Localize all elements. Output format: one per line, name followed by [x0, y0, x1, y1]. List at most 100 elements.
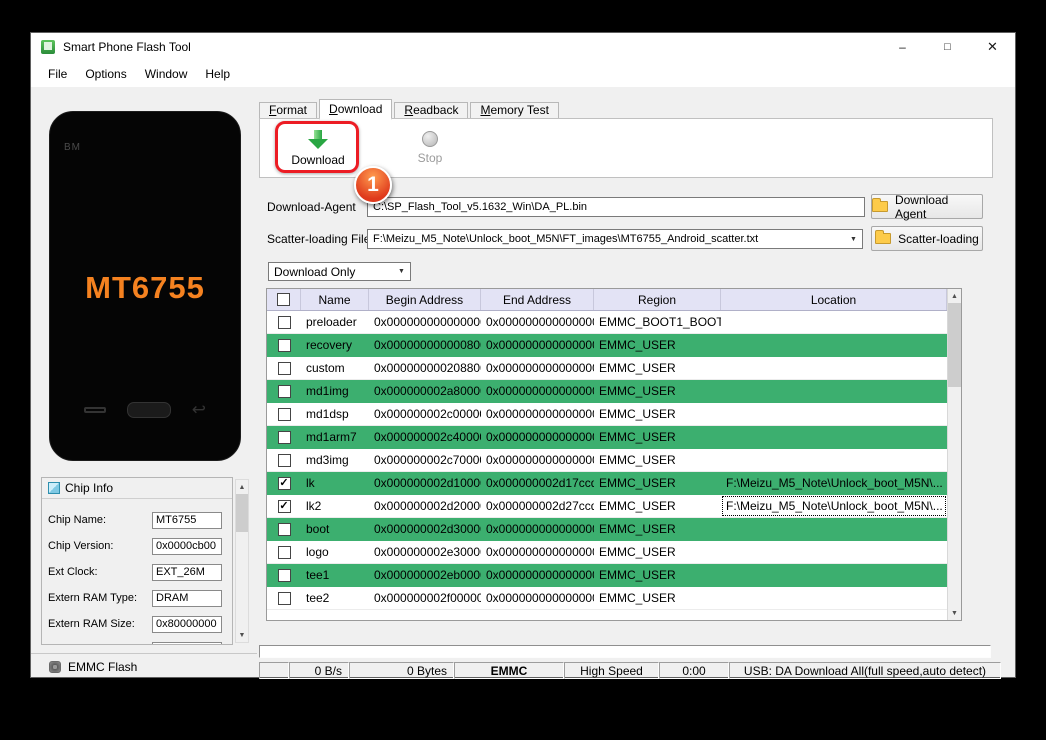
row-checkbox[interactable] — [277, 338, 291, 352]
header-name[interactable]: Name — [301, 289, 369, 310]
dropdown-arrow-icon[interactable]: ▼ — [393, 263, 410, 280]
ext-clock-field[interactable] — [152, 563, 222, 581]
table-row[interactable]: md1dsp 0x000000002c000000 0x00000000000000… — [267, 403, 947, 426]
menu-options[interactable]: Options — [76, 61, 135, 87]
cell-location: F:\Meizu_M5_Note\Unlock_boot_M5N\... — [721, 495, 947, 517]
ram-type-field[interactable] — [152, 589, 222, 607]
table-row[interactable]: md3img 0x000000002c700000 0x00000000000000… — [267, 449, 947, 472]
ram-size-row: Extern RAM Size: — [48, 615, 222, 633]
cell-region: EMMC_USER — [599, 522, 676, 536]
tab-download[interactable]: Download — [319, 99, 393, 120]
cell-region: EMMC_USER — [599, 384, 676, 398]
window-controls: – □ ✕ — [880, 33, 1015, 61]
scatter-loading-button[interactable]: Scatter-loading — [871, 226, 983, 251]
scrollbar-thumb[interactable] — [948, 303, 961, 387]
row-checkbox[interactable] — [277, 315, 291, 329]
download-agent-input[interactable] — [367, 197, 865, 217]
download-agent-button[interactable]: Download Agent — [871, 192, 983, 221]
cell-name: tee2 — [306, 591, 330, 605]
cell-name: logo — [306, 545, 329, 559]
scroll-up-icon[interactable]: ▲ — [948, 289, 961, 303]
cell-region: EMMC_USER — [599, 476, 676, 490]
table-row[interactable]: ✓ lk 0x000000002d100000 0x000000002d17ccdf E… — [267, 472, 947, 495]
status-empty — [259, 662, 289, 679]
stop-button[interactable]: Stop — [388, 122, 472, 174]
header-location[interactable]: Location — [721, 289, 947, 310]
status-flash-type: EMMC — [454, 662, 564, 679]
table-row[interactable]: custom 0x0000000002088000 0x00000000000000… — [267, 357, 947, 380]
table-row[interactable]: md1img 0x000000002a800000 0x00000000000000… — [267, 380, 947, 403]
menu-help[interactable]: Help — [196, 61, 239, 87]
row-checkbox[interactable] — [277, 361, 291, 375]
table-row[interactable]: tee2 0x000000002f000000 0x0000000000000000… — [267, 587, 947, 610]
chip-version-field[interactable] — [152, 537, 222, 555]
scroll-down-icon[interactable]: ▼ — [948, 606, 961, 620]
phone-chip-label: MT6755 — [85, 270, 205, 305]
tab-readback[interactable]: Readback — [394, 102, 469, 118]
clipped-field[interactable] — [152, 641, 222, 644]
cell-location: F:\Meizu_M5_Note\Unlock_boot_M5N\... — [726, 476, 943, 490]
tab-bar: Format Download Readback Memory Test — [259, 99, 561, 120]
chip-version-row: Chip Version: — [48, 537, 222, 555]
row-checkbox-cell — [267, 380, 301, 402]
stop-icon — [422, 131, 438, 147]
menu-file[interactable]: File — [39, 61, 76, 87]
header-begin-address[interactable]: Begin Address — [369, 289, 481, 310]
phone-illustration: BM MT6755 ↩ — [49, 111, 241, 461]
download-mode-select[interactable]: Download Only ▼ — [268, 262, 411, 281]
title-bar: Smart Phone Flash Tool – □ ✕ — [31, 33, 1015, 61]
scroll-up-icon[interactable]: ▲ — [236, 480, 248, 494]
table-row[interactable]: ✓ lk2 0x000000002d200000 0x000000002d27ccdf… — [267, 495, 947, 518]
chip-name-field[interactable] — [152, 511, 222, 529]
ram-type-label: Extern RAM Type: — [48, 592, 138, 604]
dropdown-arrow-icon[interactable]: ▼ — [845, 230, 862, 248]
scroll-down-icon[interactable]: ▼ — [236, 628, 248, 642]
table-row[interactable]: boot 0x000000002d300000 0x0000000000000000… — [267, 518, 947, 541]
row-checkbox-cell — [267, 449, 301, 471]
table-row[interactable]: recovery 0x0000000000008000 0x000000000000… — [267, 334, 947, 357]
download-agent-button-label: Download Agent — [894, 192, 949, 221]
download-mode-value: Download Only — [274, 264, 356, 279]
cell-name: recovery — [306, 338, 353, 352]
ram-size-field[interactable] — [152, 615, 222, 633]
cell-location — [721, 587, 947, 609]
emmc-flash-label: EMMC Flash — [68, 659, 138, 674]
chip-info-scrollbar[interactable]: ▲ ▼ — [235, 479, 249, 643]
maximize-button[interactable]: □ — [925, 33, 970, 61]
table-row[interactable]: logo 0x000000002e300000 0x0000000000000000… — [267, 541, 947, 564]
table-row[interactable]: preloader 0x0000000000000000 0x00000000000… — [267, 311, 947, 334]
phone-home-button — [126, 401, 171, 418]
row-checkbox[interactable] — [277, 430, 291, 444]
row-checkbox[interactable] — [277, 545, 291, 559]
menu-window[interactable]: Window — [136, 61, 197, 87]
header-end-address[interactable]: End Address — [481, 289, 594, 310]
row-checkbox[interactable] — [277, 453, 291, 467]
row-checkbox[interactable]: ✓ — [277, 499, 291, 513]
cell-name: preloader — [306, 315, 357, 329]
row-checkbox[interactable] — [277, 407, 291, 421]
ext-clock-row: Ext Clock: — [48, 563, 222, 581]
row-checkbox[interactable] — [277, 522, 291, 536]
row-checkbox[interactable] — [277, 568, 291, 582]
header-region[interactable]: Region — [594, 289, 721, 310]
app-window: Smart Phone Flash Tool – □ ✕ File Option… — [30, 32, 1016, 679]
table-row[interactable]: md1arm7 0x000000002c400000 0x0000000000000… — [267, 426, 947, 449]
cell-location — [721, 449, 947, 471]
table-row[interactable]: tee1 0x000000002eb00000 0x0000000000000000… — [267, 564, 947, 587]
emmc-flash-section[interactable]: EMMC Flash — [31, 653, 257, 679]
close-button[interactable]: ✕ — [970, 33, 1015, 61]
cell-end: 0x0000000000000000 — [486, 407, 594, 421]
row-checkbox-cell — [267, 311, 301, 333]
status-usb-mode: USB: DA Download All(full speed,auto det… — [729, 662, 1001, 679]
minimize-button[interactable]: – — [880, 33, 925, 61]
select-all-checkbox[interactable] — [277, 293, 290, 306]
row-checkbox[interactable] — [277, 384, 291, 398]
cell-name: boot — [306, 522, 330, 536]
row-checkbox[interactable]: ✓ — [277, 476, 291, 490]
table-scrollbar[interactable]: ▲ ▼ — [947, 289, 961, 620]
tab-memory-test[interactable]: Memory Test — [470, 102, 559, 118]
scatter-file-input[interactable]: F:\Meizu_M5_Note\Unlock_boot_M5N\FT_imag… — [367, 229, 863, 249]
row-checkbox[interactable] — [277, 591, 291, 605]
scrollbar-thumb[interactable] — [236, 494, 248, 532]
tab-format[interactable]: Format — [259, 102, 318, 118]
